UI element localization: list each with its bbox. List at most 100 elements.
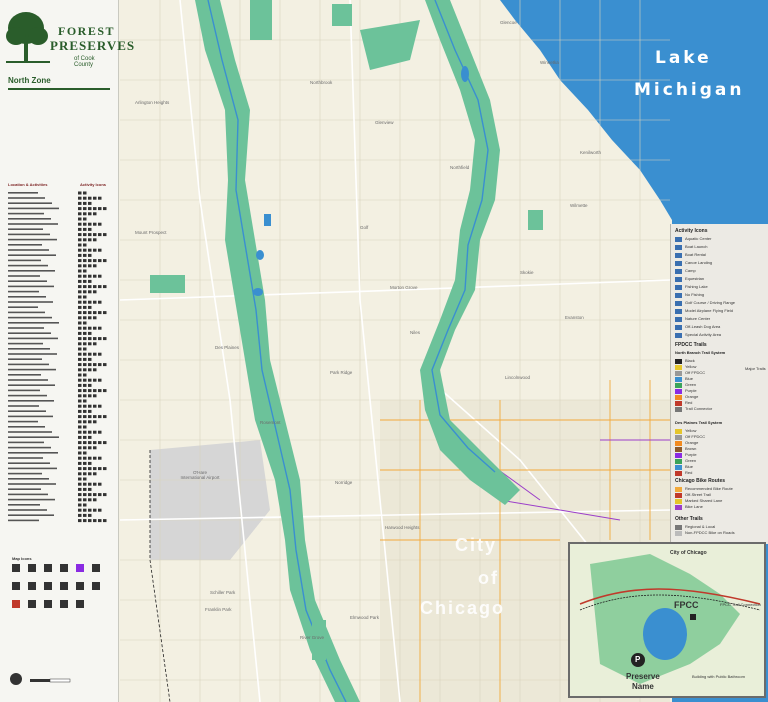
list-row-icon — [88, 430, 92, 434]
list-row-icon — [78, 227, 82, 231]
legend-desplaines-label: Brown — [685, 446, 697, 451]
legend-bike-label: Off-Street Trail — [685, 492, 711, 497]
list-row-icon — [88, 290, 92, 294]
list-row-icon — [88, 196, 92, 200]
legend-activity-swatch — [675, 301, 682, 306]
logo-line-county: of Cook County — [74, 56, 95, 68]
list-row-icon — [88, 435, 92, 439]
list-row-icon — [83, 279, 87, 283]
list-row-text — [8, 488, 41, 490]
city-label-city: City — [455, 535, 498, 555]
list-row-text — [8, 478, 49, 480]
list-row-text — [8, 264, 48, 267]
legend-desplaines-swatch — [675, 453, 682, 458]
legend-panel: Activity Icons Aquatic Center Boat Launch… — [670, 224, 768, 544]
list-row-icon — [88, 415, 92, 419]
list-row-icon — [78, 461, 82, 465]
list-row-icon — [83, 191, 87, 195]
list-row-text — [8, 249, 49, 251]
legend-bike-swatch — [675, 499, 682, 504]
list-row-text — [8, 514, 54, 516]
list-row-text — [8, 290, 39, 293]
list-row-text — [8, 197, 45, 199]
legend-desplaines-swatch — [675, 447, 682, 452]
list-row-icon — [78, 498, 82, 502]
list-row-icon — [98, 441, 102, 445]
list-row-icon — [78, 456, 82, 460]
list-row-icon — [88, 248, 92, 252]
town-label: River Grove — [300, 635, 325, 640]
legend-other-swatch — [675, 531, 682, 536]
legend-activity-swatch — [675, 325, 682, 330]
legend-north-branch-label: Black — [685, 358, 695, 363]
list-row-icon — [78, 363, 82, 367]
list-row-icon — [98, 404, 102, 408]
list-row-icon — [93, 498, 97, 502]
map-canvas[interactable]: Lake Michigan City of Chicago O'Hare Int… — [0, 0, 768, 702]
list-row-icon — [78, 259, 82, 263]
inset-preserve-label: Preserve — [626, 672, 660, 681]
legend-desplaines-label: Blue — [685, 464, 694, 469]
list-row-icon — [88, 363, 92, 367]
inset-city-label: City of Chicago — [670, 550, 707, 556]
legend-other-label: Regional & Local — [685, 524, 716, 529]
list-row-icon — [83, 420, 87, 424]
list-row-icon — [78, 430, 82, 434]
list-row-icon — [83, 357, 87, 361]
town-label: Harwood Heights — [385, 525, 420, 530]
airport-label: O'Hare International Airport — [180, 470, 220, 480]
legend-bike-swatch — [675, 505, 682, 510]
list-row-icon — [78, 368, 82, 372]
list-row-icon — [83, 404, 87, 408]
legend-other-label: Non-FPDCC Bike on Roads — [685, 530, 735, 535]
list-row-icon — [83, 441, 87, 445]
list-row-icon — [83, 477, 87, 481]
list-header-activities: Activity Icons — [80, 182, 107, 187]
list-row-icon — [103, 467, 107, 471]
town-label: Arlington Heights — [135, 100, 170, 105]
list-row-icon — [83, 508, 87, 512]
legend-desplaines-swatch — [675, 459, 682, 464]
list-row-icon — [83, 321, 87, 325]
list-row-icon — [78, 238, 82, 242]
list-row-icon — [83, 212, 87, 216]
list-row-icon — [88, 487, 92, 491]
list-row-icon — [78, 513, 82, 517]
list-row-icon — [93, 508, 97, 512]
list-row-icon — [93, 456, 97, 460]
list-row-text — [8, 509, 47, 511]
list-row-icon — [88, 482, 92, 486]
map-icons-grid — [12, 564, 100, 608]
list-row-icon — [78, 482, 82, 486]
list-row-icon — [98, 326, 102, 330]
legend-activity-swatch — [675, 245, 682, 250]
list-row-icon — [78, 201, 82, 205]
list-row-text — [8, 420, 38, 423]
legend-activity-label: Model Airplane Flying Field — [685, 308, 734, 313]
list-row-icon — [98, 389, 102, 393]
town-label: Franklin Park — [205, 607, 232, 612]
legend-north-branch-title: North Branch Trail System — [675, 350, 726, 355]
list-row-text — [8, 400, 54, 402]
list-row-icon — [78, 508, 82, 512]
list-row-icon — [83, 482, 87, 486]
list-row-icon — [88, 357, 92, 361]
list-row-icon — [78, 519, 82, 523]
list-row-icon — [78, 425, 82, 429]
list-row-icon — [83, 233, 87, 237]
list-row-icon — [103, 311, 107, 315]
legend-bike-swatch — [675, 493, 682, 498]
list-row-icon — [78, 467, 82, 471]
list-row-icon — [83, 368, 87, 372]
legend-north-branch-swatch — [675, 365, 682, 370]
airport-area — [150, 440, 270, 560]
list-row-text — [8, 446, 51, 449]
list-row-icon — [78, 191, 82, 195]
legend-desplaines-label: Green — [685, 458, 697, 463]
legend-north-branch-swatch — [675, 407, 682, 412]
list-row-icon — [83, 430, 87, 434]
legend-north-branch-swatch — [675, 383, 682, 388]
list-row-icon — [93, 472, 97, 476]
tree-icon — [6, 12, 50, 63]
legend-north-branch-label: Red — [685, 400, 693, 405]
